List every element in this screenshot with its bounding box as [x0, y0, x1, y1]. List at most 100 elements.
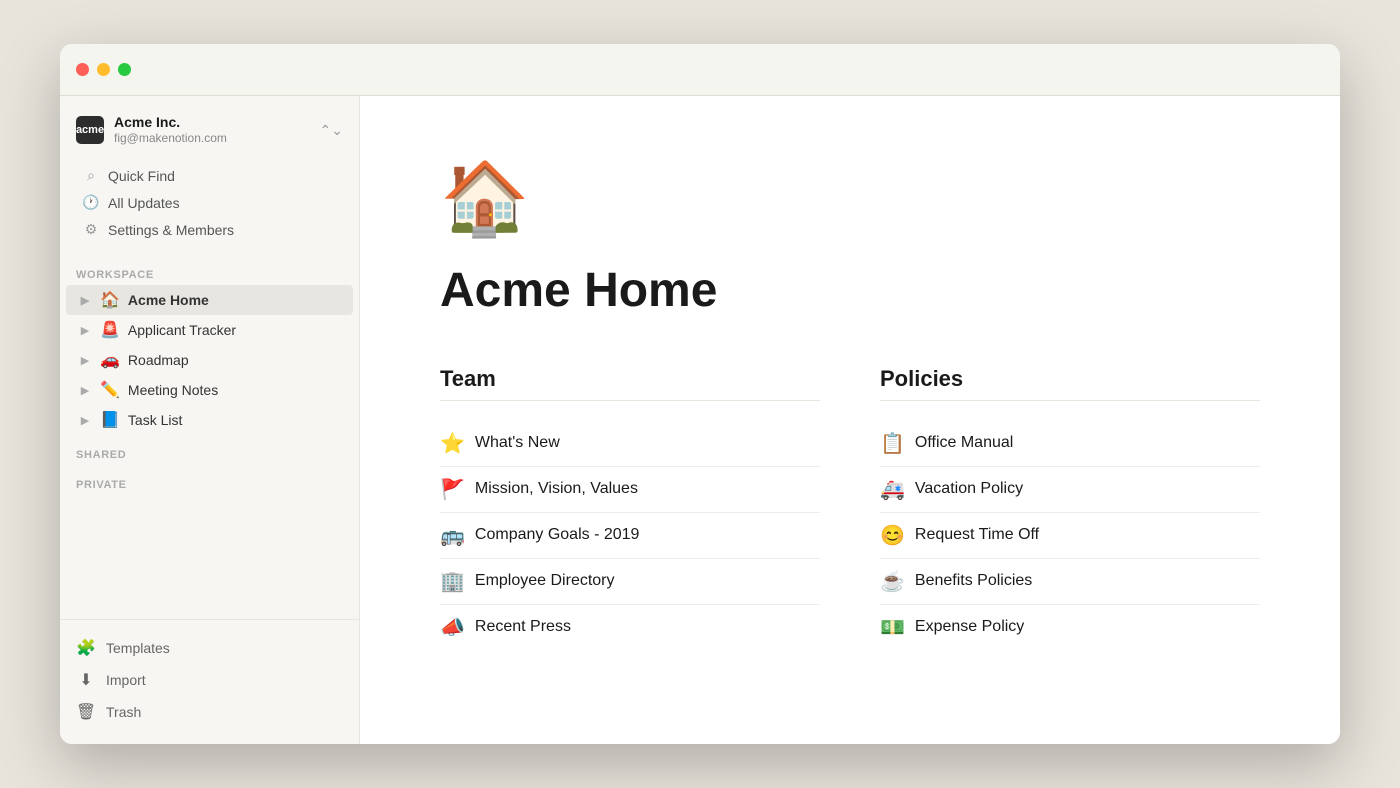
workspace-chevron-icon: ⌃⌄: [320, 122, 343, 139]
sidebar-item-roadmap[interactable]: ▶ 🚗 Roadmap: [66, 345, 353, 375]
trash-icon: 🗑: [76, 702, 96, 722]
team-link-recent-press[interactable]: 📣 Recent Press: [440, 605, 820, 650]
mission-emoji: 🚩: [440, 477, 465, 502]
sidebar-item-templates[interactable]: 🧩 Templates: [60, 632, 359, 664]
expense-emoji: 💵: [880, 615, 905, 640]
mission-label: Mission, Vision, Values: [475, 480, 638, 498]
arrow-icon: ▶: [78, 294, 92, 307]
titlebar: [60, 44, 1340, 96]
whats-new-emoji: ⭐: [440, 431, 465, 456]
app-window: acme Acme Inc. fig@makenotion.com ⌃⌄ ⌕ Q…: [60, 44, 1340, 744]
sidebar-item-trash[interactable]: 🗑 Trash: [60, 696, 359, 728]
arrow-icon: ▶: [78, 324, 92, 337]
sidebar-item-settings[interactable]: ⚙ Settings & Members: [66, 216, 353, 243]
policies-link-office-manual[interactable]: 📋 Office Manual: [880, 421, 1260, 467]
workspace-header[interactable]: acme Acme Inc. fig@makenotion.com ⌃⌄: [60, 96, 359, 158]
traffic-lights: [76, 63, 131, 76]
team-link-mission[interactable]: 🚩 Mission, Vision, Values: [440, 467, 820, 513]
nav-item-label: All Updates: [108, 195, 180, 211]
item-emoji: ✏️: [100, 380, 120, 400]
policies-section: Policies 📋 Office Manual 🚑 Vacation Poli…: [880, 366, 1260, 650]
search-icon: ⌕: [82, 167, 100, 184]
item-emoji: 🚨: [100, 320, 120, 340]
import-label: Import: [106, 672, 146, 688]
policies-link-time-off[interactable]: 😊 Request Time Off: [880, 513, 1260, 559]
employee-directory-emoji: 🏢: [440, 569, 465, 594]
sidebar-item-applicant-tracker[interactable]: ▶ 🚨 Applicant Tracker: [66, 315, 353, 345]
arrow-icon: ▶: [78, 384, 92, 397]
expense-label: Expense Policy: [915, 618, 1024, 636]
sidebar-item-acme-home[interactable]: ▶ 🏠 Acme Home: [66, 285, 353, 315]
team-link-whats-new[interactable]: ⭐ What's New: [440, 421, 820, 467]
maximize-button[interactable]: [118, 63, 131, 76]
gear-icon: ⚙: [82, 221, 100, 238]
whats-new-label: What's New: [475, 434, 560, 452]
item-emoji: 🏠: [100, 290, 120, 310]
team-link-employee-directory[interactable]: 🏢 Employee Directory: [440, 559, 820, 605]
team-link-list: ⭐ What's New 🚩 Mission, Vision, Values 🚌…: [440, 421, 820, 650]
item-label: Roadmap: [128, 352, 343, 368]
item-emoji: 📘: [100, 410, 120, 430]
team-section: Team ⭐ What's New 🚩 Mission, Vision, Val…: [440, 366, 820, 650]
sidebar-nav: ⌕ Quick Find 🕐 All Updates ⚙ Settings & …: [60, 158, 359, 255]
page-title: Acme Home: [440, 265, 1260, 318]
item-label: Meeting Notes: [128, 382, 343, 398]
sidebar-item-meeting-notes[interactable]: ▶ ✏️ Meeting Notes: [66, 375, 353, 405]
main-content: 🏠 Acme Home Team ⭐ What's New 🚩 Mission,…: [360, 96, 1340, 744]
sidebar: acme Acme Inc. fig@makenotion.com ⌃⌄ ⌕ Q…: [60, 96, 360, 744]
nav-item-label: Quick Find: [108, 168, 175, 184]
benefits-emoji: ☕: [880, 569, 905, 594]
arrow-icon: ▶: [78, 354, 92, 367]
vacation-emoji: 🚑: [880, 477, 905, 502]
section-label-shared: SHARED: [60, 435, 359, 465]
time-off-emoji: 😊: [880, 523, 905, 548]
workspace-logo-text: acme: [76, 124, 104, 136]
vacation-label: Vacation Policy: [915, 480, 1023, 498]
content-grid: Team ⭐ What's New 🚩 Mission, Vision, Val…: [440, 366, 1260, 650]
recent-press-emoji: 📣: [440, 615, 465, 640]
policies-section-title: Policies: [880, 366, 1260, 401]
workspace-name: Acme Inc.: [114, 114, 227, 131]
sidebar-item-task-list[interactable]: ▶ 📘 Task List: [66, 405, 353, 435]
workspace-items: ▶ 🏠 Acme Home ▶ 🚨 Applicant Tracker ▶ 🚗 …: [60, 285, 359, 435]
nav-item-label: Settings & Members: [108, 222, 234, 238]
recent-press-label: Recent Press: [475, 618, 571, 636]
office-manual-emoji: 📋: [880, 431, 905, 456]
policies-link-expense[interactable]: 💵 Expense Policy: [880, 605, 1260, 650]
benefits-label: Benefits Policies: [915, 572, 1032, 590]
sidebar-item-quick-find[interactable]: ⌕ Quick Find: [66, 162, 353, 189]
policies-link-vacation[interactable]: 🚑 Vacation Policy: [880, 467, 1260, 513]
page-icon: 🏠: [440, 156, 1260, 241]
item-label: Acme Home: [128, 292, 343, 308]
sidebar-item-all-updates[interactable]: 🕐 All Updates: [66, 189, 353, 216]
team-link-company-goals[interactable]: 🚌 Company Goals - 2019: [440, 513, 820, 559]
team-section-title: Team: [440, 366, 820, 401]
import-icon: ⬇: [76, 670, 96, 690]
sidebar-item-import[interactable]: ⬇ Import: [60, 664, 359, 696]
policies-link-benefits[interactable]: ☕ Benefits Policies: [880, 559, 1260, 605]
arrow-icon: ▶: [78, 414, 92, 427]
workspace-identity: acme Acme Inc. fig@makenotion.com: [76, 114, 227, 146]
item-emoji: 🚗: [100, 350, 120, 370]
app-body: acme Acme Inc. fig@makenotion.com ⌃⌄ ⌕ Q…: [60, 96, 1340, 744]
workspace-email: fig@makenotion.com: [114, 131, 227, 147]
section-label-workspace: WORKSPACE: [60, 255, 359, 285]
company-goals-label: Company Goals - 2019: [475, 526, 640, 544]
item-label: Applicant Tracker: [128, 322, 343, 338]
templates-label: Templates: [106, 640, 170, 656]
close-button[interactable]: [76, 63, 89, 76]
employee-directory-label: Employee Directory: [475, 572, 615, 590]
policies-link-list: 📋 Office Manual 🚑 Vacation Policy 😊 Requ…: [880, 421, 1260, 650]
sidebar-bottom: 🧩 Templates ⬇ Import 🗑 Trash: [60, 619, 359, 744]
minimize-button[interactable]: [97, 63, 110, 76]
clock-icon: 🕐: [82, 194, 100, 211]
workspace-logo: acme: [76, 116, 104, 144]
company-goals-emoji: 🚌: [440, 523, 465, 548]
templates-icon: 🧩: [76, 638, 96, 658]
item-label: Task List: [128, 412, 343, 428]
trash-label: Trash: [106, 704, 141, 720]
time-off-label: Request Time Off: [915, 526, 1039, 544]
workspace-info: Acme Inc. fig@makenotion.com: [114, 114, 227, 146]
office-manual-label: Office Manual: [915, 434, 1013, 452]
section-label-private: PRIVATE: [60, 465, 359, 495]
